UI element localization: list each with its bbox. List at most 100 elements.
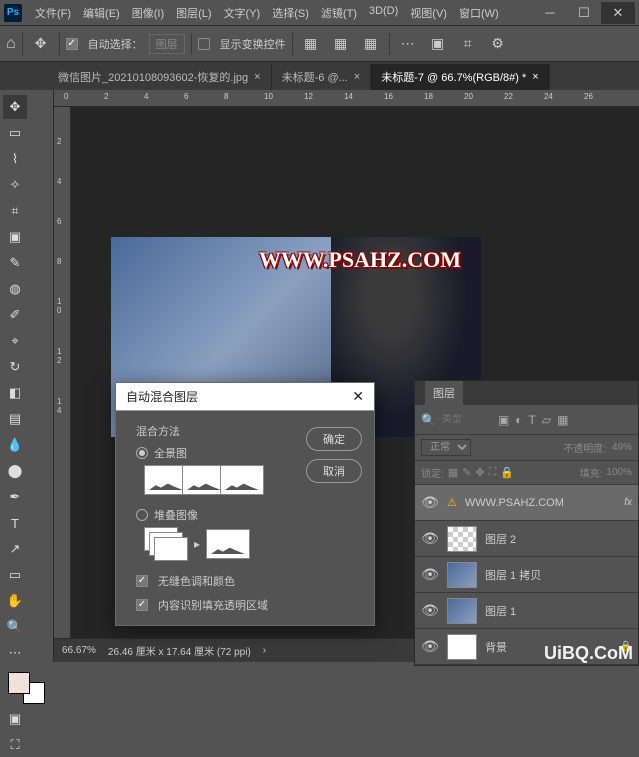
lock-icon[interactable]: 🔒 (500, 466, 514, 479)
history-brush-tool[interactable]: ↻ (3, 355, 27, 379)
tab-doc1[interactable]: 微信图片_20210108093602-恢复的.jpg× (48, 64, 272, 90)
pen-tool[interactable]: ✒ (3, 485, 27, 509)
fill-value[interactable]: 100% (606, 467, 632, 478)
close-icon[interactable]: × (354, 71, 360, 83)
layer-thumbnail[interactable] (447, 562, 477, 588)
color-swatch[interactable] (8, 672, 45, 704)
gear-icon[interactable]: ⚙ (486, 32, 510, 56)
visibility-icon[interactable]: 👁 (421, 638, 439, 655)
crop-tool[interactable]: ⌗ (3, 199, 27, 223)
align-center-icon[interactable]: ▦ (329, 32, 353, 56)
menu-edit[interactable]: 编辑(E) (78, 2, 125, 24)
ruler-horizontal[interactable]: 02468101214161820222426 (54, 90, 639, 107)
layer-name[interactable]: 图层 1 拷贝 (485, 567, 632, 583)
chevron-right-icon[interactable]: › (263, 645, 266, 656)
layer-item[interactable]: 👁 图层 1 (415, 593, 638, 629)
lock-all-icon[interactable]: ▦ (448, 466, 458, 479)
seamless-checkbox[interactable]: 无缝色调和颜色 (136, 573, 296, 589)
close-icon[interactable]: × (532, 71, 538, 83)
dialog-titlebar[interactable]: 自动混合图层 ✕ (116, 383, 374, 411)
menu-type[interactable]: 文字(Y) (219, 2, 266, 24)
menu-3d[interactable]: 3D(D) (364, 2, 403, 24)
close-icon[interactable]: × (254, 71, 260, 83)
auto-select-checkbox[interactable] (66, 38, 78, 50)
tab-doc2[interactable]: 未标题-6 @...× (272, 64, 372, 90)
brush-tool[interactable]: ✐ (3, 303, 27, 327)
zoom-tool[interactable]: 🔍 (3, 615, 27, 639)
filter-type-input[interactable] (442, 414, 492, 425)
filter-type-icon[interactable]: T (529, 413, 536, 427)
filter-pixel-icon[interactable]: ▣ (498, 413, 509, 427)
path-tool[interactable]: ↗ (3, 537, 27, 561)
layer-name[interactable]: 图层 2 (485, 531, 632, 547)
screen-mode-tool[interactable]: ⛶ (3, 733, 27, 757)
visibility-icon[interactable]: 👁 (421, 494, 439, 511)
shape-tool[interactable]: ▭ (3, 563, 27, 587)
lock-artboard-icon[interactable]: ⛶ (489, 466, 497, 479)
frame-tool[interactable]: ▣ (3, 225, 27, 249)
zoom-level[interactable]: 66.67% (62, 645, 96, 656)
move-tool-icon[interactable]: ✥ (29, 32, 53, 56)
radio-icon[interactable] (136, 447, 148, 459)
visibility-icon[interactable]: 👁 (421, 530, 439, 547)
3d-mode-icon[interactable]: ▣ (426, 32, 450, 56)
blend-mode-select[interactable]: 正常 (421, 439, 471, 456)
menu-view[interactable]: 视图(V) (405, 2, 452, 24)
layer-name[interactable]: 图层 1 (485, 603, 632, 619)
layer-item[interactable]: 👁 图层 2 (415, 521, 638, 557)
layers-tab[interactable]: 图层 (425, 381, 463, 405)
menu-layer[interactable]: 图层(L) (171, 2, 216, 24)
panel-tabs[interactable]: 图层 (415, 381, 638, 405)
search-icon[interactable]: 🔍 (421, 413, 436, 427)
content-aware-checkbox[interactable]: 内容识别填充透明区域 (136, 597, 296, 613)
layer-thumbnail[interactable] (447, 634, 477, 660)
maximize-button[interactable]: ☐ (567, 2, 601, 24)
tab-doc3[interactable]: 未标题-7 @ 66.7%(RGB/8#) *× (371, 64, 549, 90)
edit-toolbar[interactable]: ⋯ (3, 641, 27, 665)
foreground-color[interactable] (8, 672, 30, 694)
blur-tool[interactable]: 💧 (3, 433, 27, 457)
quick-mask-tool[interactable]: ▣ (3, 707, 27, 731)
lock-pixel-icon[interactable]: ✎ (462, 466, 471, 479)
layer-item-text[interactable]: 👁 ⚠ WWW.PSAHZ.COM fx (415, 485, 638, 521)
lasso-tool[interactable]: ⌇ (3, 147, 27, 171)
eraser-tool[interactable]: ◧ (3, 381, 27, 405)
menu-select[interactable]: 选择(S) (267, 2, 314, 24)
close-button[interactable]: ✕ (601, 2, 635, 24)
menu-filter[interactable]: 滤镜(T) (316, 2, 362, 24)
marquee-tool[interactable]: ▭ (3, 121, 27, 145)
menu-window[interactable]: 窗口(W) (454, 2, 504, 24)
dodge-tool[interactable]: ⬤ (3, 459, 27, 483)
align-left-icon[interactable]: ▦ (299, 32, 323, 56)
lock-position-icon[interactable]: ✥ (475, 466, 484, 479)
layer-item[interactable]: 👁 图层 1 拷贝 (415, 557, 638, 593)
filter-adjust-icon[interactable]: ◐ (515, 413, 522, 427)
ruler-vertical[interactable]: 2468101214 (54, 107, 71, 638)
gradient-tool[interactable]: ▤ (3, 407, 27, 431)
show-transform-checkbox[interactable] (198, 38, 210, 50)
stack-radio[interactable]: 堆叠图像 (136, 507, 296, 523)
panorama-radio[interactable]: 全景图 (136, 445, 296, 461)
radio-icon[interactable] (136, 509, 148, 521)
healing-tool[interactable]: ◍ (3, 277, 27, 301)
layer-thumbnail[interactable] (447, 598, 477, 624)
layer-thumbnail[interactable] (447, 526, 477, 552)
more-icon[interactable]: ⋯ (396, 32, 420, 56)
magic-wand-tool[interactable]: ✧ (3, 173, 27, 197)
ruler-icon[interactable]: ⌗ (456, 32, 480, 56)
visibility-icon[interactable]: 👁 (421, 566, 439, 583)
auto-select-combo[interactable]: 图层 (149, 34, 185, 54)
filter-shape-icon[interactable]: ▱ (542, 413, 551, 427)
move-tool[interactable]: ✥ (3, 95, 27, 119)
filter-smart-icon[interactable]: ▦ (557, 413, 568, 427)
cancel-button[interactable]: 取消 (306, 459, 362, 483)
opacity-value[interactable]: 49% (612, 442, 632, 453)
minimize-button[interactable]: ─ (533, 2, 567, 24)
ok-button[interactable]: 确定 (306, 427, 362, 451)
fx-badge[interactable]: fx (624, 497, 632, 508)
type-tool[interactable]: T (3, 511, 27, 535)
menu-image[interactable]: 图像(I) (127, 2, 169, 24)
close-icon[interactable]: ✕ (352, 388, 364, 405)
visibility-icon[interactable]: 👁 (421, 602, 439, 619)
align-right-icon[interactable]: ▦ (359, 32, 383, 56)
